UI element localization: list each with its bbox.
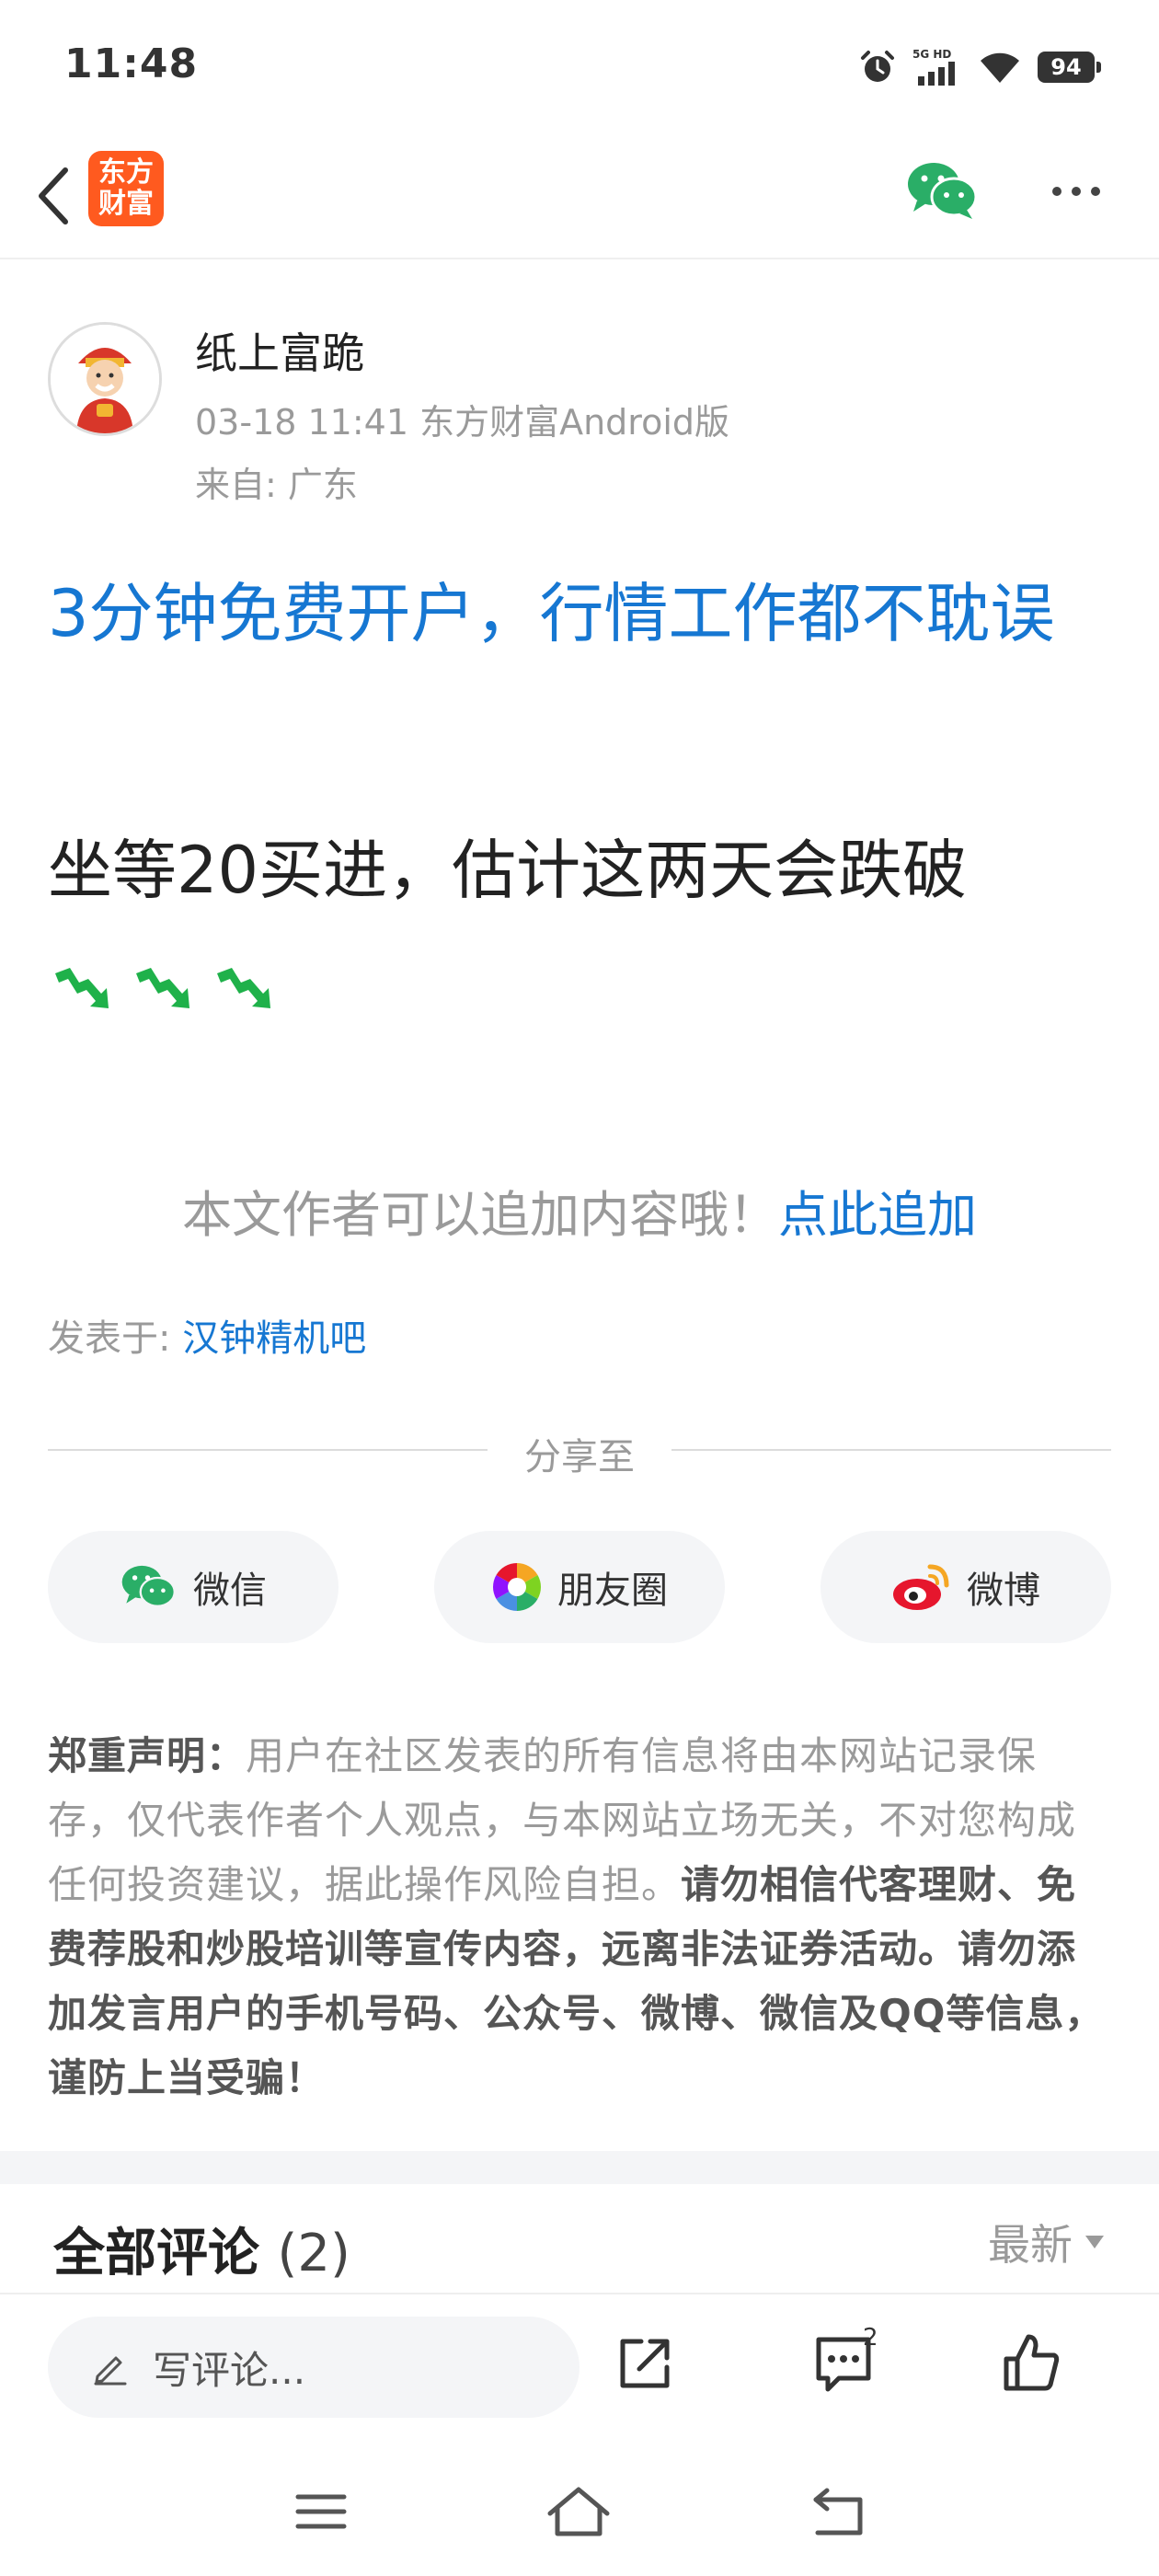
disclaimer-title: 郑重声明：	[48, 1733, 247, 1778]
wifi-icon	[981, 52, 1019, 83]
share-wechat-button[interactable]: 微信	[48, 1531, 339, 1643]
author-avatar[interactable]	[48, 322, 162, 436]
more-dot-icon	[1091, 187, 1100, 196]
svg-text:5G HD: 5G HD	[912, 48, 951, 61]
share-button[interactable]	[603, 2322, 686, 2405]
posted-in-label: 发表于:	[48, 1317, 183, 1360]
status-icons: 5G HD 94	[859, 44, 1101, 90]
sort-dropdown[interactable]: 最新	[988, 2212, 1104, 2272]
promo-link[interactable]: 3分钟免费开户，行情工作都不耽误	[48, 572, 1115, 655]
status-bar: 11:48 5G HD 94	[0, 0, 1159, 138]
author-name[interactable]: 纸上富跪	[195, 320, 364, 381]
append-hint-text: 本文作者可以追加内容哦！	[182, 1186, 778, 1244]
share-wechat-label: 微信	[193, 1570, 267, 1612]
post-location: 来自: 广东	[195, 465, 358, 505]
more-dot-icon	[1052, 187, 1061, 196]
emoji-row	[53, 966, 274, 1012]
share-icon	[620, 2339, 670, 2388]
thumbs-up-icon	[1004, 2334, 1060, 2391]
sort-label: 最新	[988, 2220, 1073, 2270]
system-nav-bar	[0, 2447, 1159, 2576]
falling-arrow-emoji-icon	[55, 968, 109, 1008]
comment-input[interactable]: 写评论...	[48, 2317, 580, 2418]
alarm-icon	[861, 51, 894, 82]
moments-icon	[493, 1563, 541, 1611]
weibo-icon	[893, 1564, 949, 1610]
home-button[interactable]	[537, 2475, 620, 2548]
bottom-action-bar: 写评论... 2	[0, 2293, 1159, 2431]
wechat-icon	[908, 163, 978, 219]
app-logo[interactable]: 东方 财富	[88, 151, 164, 226]
battery-indicator: 94	[1038, 52, 1101, 83]
home-icon	[547, 2487, 610, 2536]
avatar-image	[51, 325, 159, 433]
chevron-left-icon	[39, 167, 68, 224]
comments-title: 全部评论	[53, 2224, 259, 2283]
post-timestamp-source: 03-18 11:41 东方财富Android版	[195, 402, 730, 443]
top-nav-bar: 东方 财富	[0, 138, 1159, 259]
share-label: 分享至	[524, 1436, 635, 1478]
comment-count-badge: 2	[863, 2324, 878, 2352]
more-dot-icon	[1072, 187, 1081, 196]
section-separator	[0, 2151, 1159, 2184]
disclaimer: 郑重声明：用户在社区发表的所有信息将由本网站记录保存，仅代表作者个人观点，与本网…	[48, 1724, 1113, 2110]
wechat-share-button[interactable]	[906, 158, 980, 223]
caret-down-icon	[1085, 2236, 1104, 2248]
share-weibo-label: 微博	[967, 1570, 1040, 1612]
comment-input-placeholder: 写评论...	[153, 2347, 306, 2393]
pencil-icon	[94, 2356, 127, 2386]
logo-text-line1: 东方	[98, 156, 154, 189]
share-moments-button[interactable]: 朋友圈	[434, 1531, 725, 1643]
more-options-button[interactable]	[1039, 164, 1113, 219]
logo-text-line2: 财富	[98, 188, 154, 220]
posted-in-row: 发表于: 汉钟精机吧	[48, 1308, 366, 1362]
like-button[interactable]	[990, 2322, 1073, 2405]
comments-count: (2)	[277, 2224, 350, 2283]
falling-arrow-emoji-icon	[136, 968, 189, 1008]
status-time: 11:48	[64, 40, 199, 87]
falling-arrow-emoji-icon	[217, 968, 270, 1008]
share-moments-label: 朋友圈	[557, 1570, 668, 1612]
share-divider: 分享至	[48, 1421, 1111, 1478]
comments-heading: 全部评论 (2)	[53, 2212, 350, 2286]
back-arrow-icon	[813, 2488, 863, 2536]
post-content: 坐等20买进，估计这两天会跌破	[48, 833, 968, 908]
append-content-link[interactable]: 点此追加	[778, 1186, 977, 1244]
back-nav-button[interactable]	[797, 2475, 879, 2548]
share-weibo-button[interactable]: 微博	[820, 1531, 1111, 1643]
append-content-row: 本文作者可以追加内容哦！点此追加	[0, 1174, 1159, 1247]
menu-icon	[295, 2494, 347, 2529]
wechat-icon	[121, 1565, 176, 1607]
forum-link[interactable]: 汉钟精机吧	[182, 1317, 366, 1360]
back-button[interactable]	[20, 155, 85, 237]
recent-apps-button[interactable]	[280, 2475, 362, 2548]
comments-button[interactable]: 2	[802, 2322, 885, 2405]
signal-icon: 5G HD	[912, 48, 955, 86]
